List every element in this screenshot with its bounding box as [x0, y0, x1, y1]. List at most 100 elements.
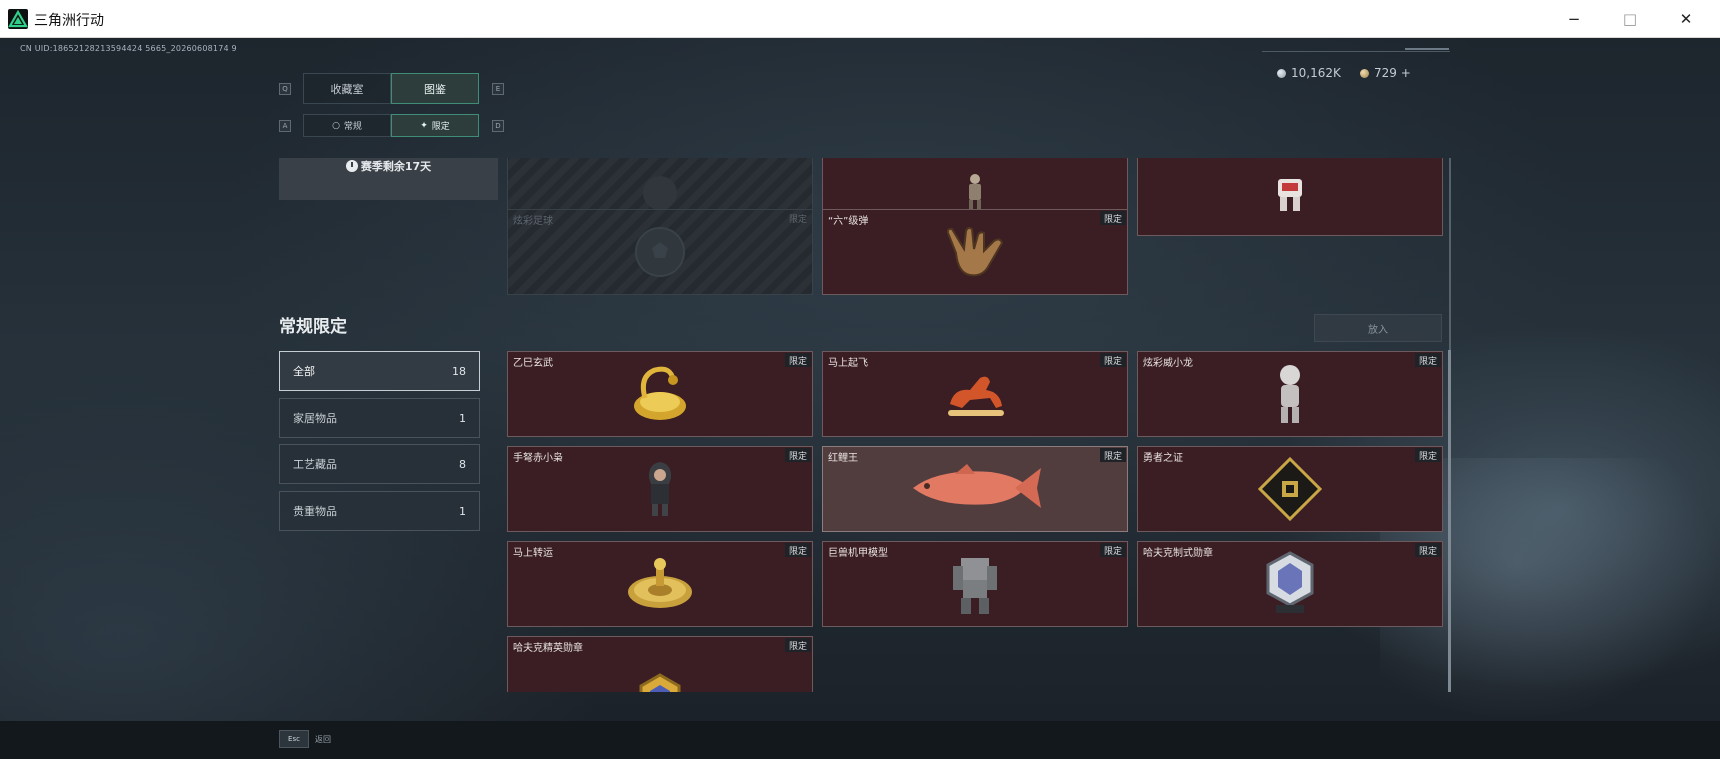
currency-gold[interactable]: 729 +: [1360, 66, 1411, 80]
mech-model-icon: [943, 552, 1007, 620]
filter-all[interactable]: 全部 18: [279, 351, 480, 391]
subtab-limited-label: 限定: [431, 122, 450, 132]
limited-tag: 限定: [1414, 353, 1441, 367]
item-card-red-carp-king[interactable]: 红鲤王 限定: [822, 446, 1128, 532]
soccer-ball-icon: [633, 225, 687, 283]
limited-tag: 限定: [784, 638, 811, 652]
filter-count: 8: [459, 457, 466, 471]
silver-medal-icon: [1264, 550, 1316, 621]
currency-silver: 10,162K: [1277, 66, 1341, 80]
filter-count: 1: [459, 504, 466, 518]
mech-figure-icon: [1272, 173, 1308, 217]
item-grid: 炫彩足球 限定 “六”级弹 限定 乙巳玄武 限定 马上起飞 限定 炫彩威小龙 限…: [500, 158, 1449, 692]
ring-icon: ○: [332, 120, 340, 131]
subtab-prev-key: A: [279, 120, 291, 132]
item-card-horse-takeoff[interactable]: 马上起飞 限定: [822, 351, 1128, 437]
item-name: 巨兽机甲模型: [828, 548, 888, 559]
golden-tortoise-snake-icon: [625, 360, 695, 432]
filter-label: 家居物品: [293, 412, 337, 425]
filter-label: 全部: [293, 365, 315, 378]
filter-label: 贵重物品: [293, 505, 337, 518]
hooded-figure-icon: [645, 460, 675, 522]
shaka-hand-icon: [942, 223, 1008, 285]
item-name: 炫彩威小龙: [1143, 358, 1193, 369]
limited-tag: 限定: [1099, 543, 1126, 557]
item-name: 手弩赤小枭: [513, 453, 563, 464]
tab-codex[interactable]: 图鉴: [391, 73, 479, 104]
item-card-fortune-wheel[interactable]: 马上转运 限定: [507, 541, 813, 627]
item-card-haavk-elite-medal[interactable]: 哈夫克精英勋章 限定: [507, 636, 813, 692]
bottom-bar: [0, 721, 1720, 759]
header-divider-accent: [1405, 48, 1449, 50]
item-card-colorful-soccer[interactable]: 炫彩足球 限定: [507, 209, 813, 295]
back-label: 返回: [315, 734, 331, 744]
item-name: 马上起飞: [828, 358, 868, 369]
filter-count: 1: [459, 411, 466, 425]
window-title: 三角洲行动: [34, 13, 104, 29]
item-name: 炫彩足球: [513, 216, 553, 227]
silver-coin-icon: [1277, 68, 1286, 78]
item-card[interactable]: [1137, 158, 1443, 236]
limited-tag: 限定: [784, 353, 811, 367]
item-name: 乙巳玄武: [513, 358, 553, 369]
sparkle-icon: ✦: [420, 120, 428, 131]
item-card-haavk-standard-medal[interactable]: 哈夫克制式勋章 限定: [1137, 541, 1443, 627]
season-panel: 赛季剩余17天: [279, 158, 498, 200]
season-remaining: 赛季剩余17天: [345, 158, 432, 200]
currency-silver-amount: 10,162K: [1291, 66, 1341, 80]
tab-next-key: E: [492, 83, 504, 95]
window-titlebar: 三角洲行动 − □ ✕: [0, 0, 1720, 38]
item-name: 哈夫克精英勋章: [513, 643, 583, 654]
gold-coin-icon: [1360, 68, 1369, 78]
item-name: 马上转运: [513, 548, 553, 559]
tab-prev-key: Q: [279, 83, 291, 95]
close-button[interactable]: ✕: [1658, 0, 1714, 38]
header-divider: [1262, 51, 1450, 52]
subtab-limited[interactable]: ✦ 限定: [391, 114, 479, 137]
limited-tag: 限定: [784, 448, 811, 462]
silver-dragon-figure-icon: [1273, 363, 1307, 429]
maximize-button[interactable]: □: [1602, 0, 1658, 38]
item-card-yisi-xuanwu[interactable]: 乙巳玄武 限定: [507, 351, 813, 437]
item-name: “六”级弹: [828, 216, 869, 227]
item-card-mech-model[interactable]: 巨兽机甲模型 限定: [822, 541, 1128, 627]
gold-medal-icon: [637, 672, 683, 692]
item-card-brave-proof[interactable]: 勇者之证 限定: [1137, 446, 1443, 532]
item-card-six-bullet[interactable]: “六”级弹 限定: [822, 209, 1128, 295]
app-logo-icon: [8, 9, 28, 29]
item-card-colorful-little-dragon[interactable]: 炫彩威小龙 限定: [1137, 351, 1443, 437]
item-name: 红鲤王: [828, 453, 858, 464]
subtab-regular[interactable]: ○ 常规: [303, 114, 391, 137]
gold-card-icon: [1257, 456, 1323, 525]
section-title: 常规限定: [279, 317, 347, 337]
currency-gold-amount: 729 +: [1374, 66, 1411, 80]
limited-tag: 限定: [1414, 543, 1441, 557]
filter-count: 18: [452, 364, 466, 378]
red-horse-icon: [940, 368, 1010, 424]
limited-tag: 限定: [1099, 353, 1126, 367]
filter-label: 工艺藏品: [293, 458, 337, 471]
filter-valuables[interactable]: 贵重物品 1: [279, 491, 480, 531]
limited-tag: 限定: [1414, 448, 1441, 462]
item-name: 勇者之证: [1143, 453, 1183, 464]
limited-tag: 限定: [1099, 448, 1126, 462]
filter-craft-collectibles[interactable]: 工艺藏品 8: [279, 444, 480, 484]
season-remaining-text: 赛季剩余17天: [360, 160, 432, 173]
item-name: 哈夫克制式勋章: [1143, 548, 1213, 559]
tab-collection-room[interactable]: 收藏室: [303, 73, 391, 104]
filter-home-items[interactable]: 家居物品 1: [279, 398, 480, 438]
back-hint[interactable]: Esc 返回: [279, 730, 331, 748]
limited-tag: 限定: [784, 543, 811, 557]
minimize-button[interactable]: −: [1546, 0, 1602, 38]
subtab-next-key: D: [492, 120, 504, 132]
limited-tag: 限定: [788, 214, 807, 225]
clock-icon: [345, 160, 358, 172]
uid-label: CN UID:18652128213594424 5665_2026060817…: [20, 44, 237, 53]
item-card-crossbow-owl[interactable]: 手弩赤小枭 限定: [507, 446, 813, 532]
esc-key-icon: Esc: [279, 730, 309, 748]
subtab-regular-label: 常规: [343, 122, 362, 132]
golden-wheel-icon: [625, 556, 695, 616]
red-carp-icon: [905, 460, 1045, 522]
grid-scrollbar-thumb[interactable]: [1448, 350, 1451, 692]
limited-tag: 限定: [1099, 211, 1126, 225]
